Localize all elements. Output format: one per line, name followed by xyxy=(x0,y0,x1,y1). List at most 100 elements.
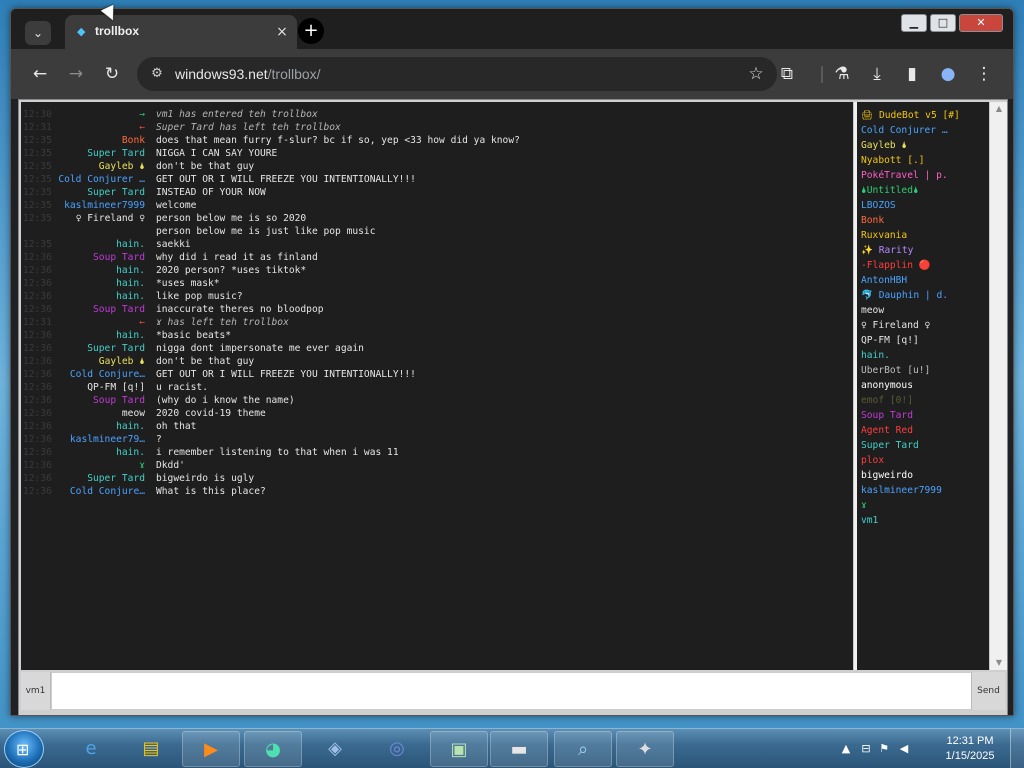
user-list-item[interactable]: Soup Tard xyxy=(857,408,989,423)
bookmark-star-icon[interactable]: ☆ xyxy=(745,63,767,85)
reload-icon[interactable]: ↻ xyxy=(101,63,123,85)
user-list-item[interactable]: Super Tard xyxy=(857,438,989,453)
user-list-item[interactable]: emof [0!] xyxy=(857,393,989,408)
message-nick[interactable]: Bonk xyxy=(57,134,145,147)
labs-flask-icon[interactable]: ⚗ xyxy=(831,63,853,85)
user-list-item[interactable]: -Flapplin 🔴 xyxy=(857,258,989,273)
user-list-item[interactable]: 🌢Untitled🌢 xyxy=(857,183,989,198)
message-nick[interactable]: Soup Tard xyxy=(57,303,145,316)
new-tab-button[interactable]: + xyxy=(298,18,324,44)
message-nick[interactable]: Soup Tard xyxy=(57,394,145,407)
network-icon[interactable]: ⊟ xyxy=(858,741,874,757)
windows93-icon[interactable]: ◈ xyxy=(306,731,364,767)
file-explorer-icon[interactable]: ▤ xyxy=(122,731,180,767)
user-list-item[interactable]: kaslmineer7999 xyxy=(857,483,989,498)
user-list-item[interactable]: bigweirdo xyxy=(857,468,989,483)
message-nick[interactable]: Cold Conjure… xyxy=(57,368,145,381)
message-nick[interactable]: hain. xyxy=(57,446,145,459)
site-info-icon[interactable]: ⚙ xyxy=(147,64,167,84)
user-list-item[interactable]: 🖨 DudeBot v5 [#] xyxy=(857,108,989,123)
user-list-item[interactable]: 🐬 Dauphin | d. xyxy=(857,288,989,303)
extensions-icon[interactable]: ⧉ xyxy=(776,63,798,85)
show-desktop-button[interactable] xyxy=(1010,729,1024,768)
discord-icon[interactable]: ◎ xyxy=(368,731,426,767)
user-list-scrollbar[interactable]: ▲ ▼ xyxy=(989,102,1007,670)
user-list-item[interactable]: UberBot [u!] xyxy=(857,363,989,378)
user-list-item[interactable]: Bonk xyxy=(857,213,989,228)
scroll-up-icon[interactable]: ▲ xyxy=(990,102,1008,116)
message-nick[interactable]: → xyxy=(57,108,145,121)
user-list-item[interactable]: Gayleb 🌢 xyxy=(857,138,989,153)
message-nick[interactable]: Super Tard xyxy=(57,472,145,485)
user-list-item[interactable]: vm1 xyxy=(857,513,989,528)
start-button[interactable]: ⊞ xyxy=(4,730,44,768)
chat-app-icon[interactable]: ◕ xyxy=(244,731,302,767)
user-list-item[interactable]: anonymous xyxy=(857,378,989,393)
user-list-item[interactable]: PokéTravel | p. xyxy=(857,168,989,183)
user-list-item[interactable]: AntonHBH xyxy=(857,273,989,288)
message-nick[interactable]: hain. xyxy=(57,238,145,251)
scroll-down-icon[interactable]: ▼ xyxy=(990,656,1008,670)
show-hidden-icons-icon[interactable]: ▲ xyxy=(838,741,854,757)
nickname-button[interactable]: vm1 xyxy=(21,672,51,710)
message-nick[interactable]: ← xyxy=(57,316,145,329)
command-prompt-icon[interactable]: ▬ xyxy=(490,731,548,767)
game-app-icon[interactable]: ✦ xyxy=(616,731,674,767)
tab-close-icon[interactable]: × xyxy=(273,23,291,41)
tab-trollbox[interactable]: ◆ trollbox × xyxy=(65,15,297,49)
url-text[interactable]: windows93.net/trollbox/ xyxy=(175,66,321,82)
forward-icon[interactable]: → xyxy=(65,63,87,85)
minimize-button[interactable]: ▁ xyxy=(900,14,927,32)
volume-muted-icon[interactable]: ◀ xyxy=(896,741,912,757)
clock[interactable]: 12:31 PM 1/15/2025 xyxy=(940,734,1000,764)
download-icon[interactable]: ⤓ xyxy=(866,63,888,85)
user-list-item[interactable]: Cold Conjurer … xyxy=(857,123,989,138)
profile-avatar-icon[interactable]: ● xyxy=(937,63,959,85)
user-list-item[interactable]: QP-FM [q!] xyxy=(857,333,989,348)
address-bar[interactable]: ⚙ windows93.net/trollbox/ ☆ xyxy=(137,57,777,91)
message-input[interactable] xyxy=(51,672,973,710)
message-nick[interactable]: hain. xyxy=(57,264,145,277)
message-nick[interactable]: Super Tard xyxy=(57,186,145,199)
user-list-item[interactable]: Ruxvania xyxy=(857,228,989,243)
message-nick[interactable]: Soup Tard xyxy=(57,251,145,264)
message-nick[interactable]: ɤ xyxy=(57,459,145,472)
message-nick[interactable]: kaslmineer7999 xyxy=(57,199,145,212)
message-nick[interactable]: hain. xyxy=(57,329,145,342)
user-list-item[interactable]: LBOZOS xyxy=(857,198,989,213)
message-nick[interactable]: Cold Conjurer … xyxy=(57,173,145,186)
message-nick[interactable]: meow xyxy=(57,407,145,420)
message-nick[interactable]: ← xyxy=(57,121,145,134)
message-nick[interactable]: kaslmineer79… xyxy=(57,433,145,446)
maximize-button[interactable]: □ xyxy=(929,14,956,32)
back-icon[interactable]: ← xyxy=(29,63,51,85)
tab-search-button[interactable]: ⌄ xyxy=(25,21,51,45)
user-list-item[interactable]: hain. xyxy=(857,348,989,363)
message-nick[interactable]: ♀ Fireland ♀ xyxy=(57,212,145,225)
message-nick[interactable]: Gayleb 🌢 xyxy=(57,355,145,368)
message-nick[interactable]: QP-FM [q!] xyxy=(57,381,145,394)
message-nick[interactable]: hain. xyxy=(57,420,145,433)
message-nick[interactable]: hain. xyxy=(57,277,145,290)
send-button[interactable]: Send xyxy=(971,672,1005,710)
message-nick[interactable]: Gayleb 🌢 xyxy=(57,160,145,173)
side-panel-icon[interactable]: ▮ xyxy=(901,63,923,85)
user-list-item[interactable]: plox xyxy=(857,453,989,468)
internet-explorer-icon[interactable]: e xyxy=(62,731,120,767)
message-nick[interactable]: Super Tard xyxy=(57,147,145,160)
user-list-item[interactable]: ♀ Fireland ♀ xyxy=(857,318,989,333)
user-list-item[interactable]: ✨ Rarity xyxy=(857,243,989,258)
user-list-item[interactable]: Nyabott [.] xyxy=(857,153,989,168)
menu-kebab-icon[interactable]: ⋮ xyxy=(973,63,995,85)
message-nick[interactable]: Cold Conjure… xyxy=(57,485,145,498)
media-player-icon[interactable]: ▶ xyxy=(182,731,240,767)
message-nick[interactable]: Super Tard xyxy=(57,342,145,355)
user-list-item[interactable]: Agent Red xyxy=(857,423,989,438)
network-monitor-icon[interactable]: ▣ xyxy=(430,731,488,767)
remote-desktop-icon[interactable]: ⌕ xyxy=(554,731,612,767)
user-list-item[interactable]: ɤ xyxy=(857,498,989,513)
message-nick[interactable]: hain. xyxy=(57,290,145,303)
user-list-item[interactable]: meow xyxy=(857,303,989,318)
action-center-flag-icon[interactable]: ⚑ xyxy=(876,741,892,757)
close-button[interactable]: ✕ xyxy=(959,14,1003,32)
